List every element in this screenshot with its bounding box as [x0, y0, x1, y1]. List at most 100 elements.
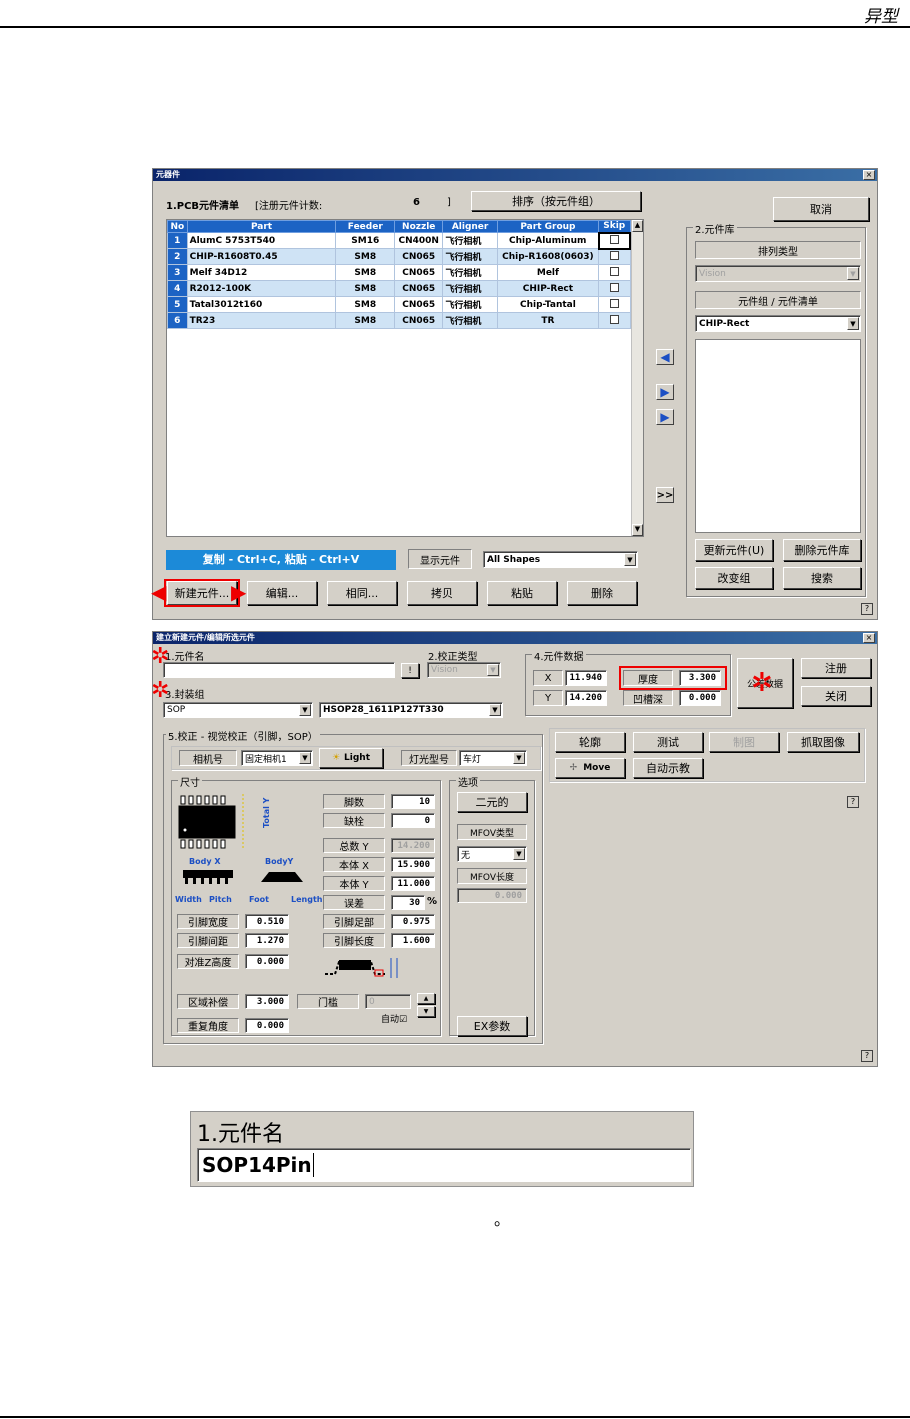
camera-select[interactable]: 固定相机1 ▼	[241, 750, 313, 766]
group-select[interactable]: CHIP-Rect ▼	[695, 315, 861, 332]
library-list[interactable]	[695, 339, 861, 533]
col-aligner[interactable]: Aligner	[442, 220, 498, 233]
close-icon[interactable]: ×	[863, 633, 875, 643]
copy-button[interactable]: 拷贝	[407, 581, 477, 605]
vision-select[interactable]: Vision ▼	[695, 265, 861, 282]
skip-checkbox[interactable]	[609, 282, 619, 292]
update-component-button[interactable]: 更新元件(U)	[695, 539, 773, 561]
skip-checkbox[interactable]	[609, 314, 619, 324]
lead-width-input[interactable]: 0.510	[245, 914, 289, 929]
search-button[interactable]: 搜索	[783, 567, 861, 589]
help-icon[interactable]: ?	[861, 603, 873, 615]
lead-length-input[interactable]: 1.600	[391, 933, 435, 948]
x-input[interactable]: 11.940	[565, 670, 607, 686]
table-row[interactable]: 2 CHIP-R1608T0.45 SM8 CN065 飞行相机 Chip-R1…	[167, 248, 631, 265]
mfov-length-input[interactable]: 0.000	[457, 888, 527, 903]
name-apply-button[interactable]: !	[401, 663, 419, 678]
outline-button[interactable]: 轮廓	[555, 732, 625, 752]
row-skip	[598, 312, 631, 329]
table-row[interactable]: 1 AlumC 5753T540 SM16 CN400N 飞行相机 Chip-A…	[167, 231, 631, 250]
show-components-select[interactable]: All Shapes ▼	[483, 551, 638, 568]
paste-button[interactable]: 粘贴	[487, 581, 557, 605]
chevron-down-icon[interactable]: ▼	[299, 704, 311, 716]
col-feeder[interactable]: Feeder	[335, 220, 396, 233]
table-row[interactable]: 5 Tatal3012t160 SM8 CN065 飞行相机 Chip-Tant…	[167, 296, 631, 313]
lead-pitch-input[interactable]: 1.270	[245, 933, 289, 948]
z-height-input[interactable]: 0.000	[245, 954, 289, 969]
package-select[interactable]: HSOP28_1611P127T330 ▼	[319, 702, 503, 718]
close-icon[interactable]: ×	[863, 170, 875, 180]
col-skip[interactable]: Skip	[598, 220, 631, 233]
arrow-left-icon[interactable]: ◀	[656, 349, 674, 365]
threshold-down-button[interactable]: ▼	[417, 1006, 435, 1017]
area-comp-input[interactable]: 3.000	[245, 994, 289, 1009]
help-icon[interactable]: ?	[861, 1050, 873, 1062]
ex-params-button[interactable]: EX参数	[457, 1016, 527, 1036]
body-x-input[interactable]: 15.900	[391, 857, 435, 872]
same-button[interactable]: 相同...	[327, 581, 397, 605]
chevron-down-icon[interactable]: ▼	[624, 553, 636, 566]
skip-checkbox[interactable]	[609, 266, 619, 276]
table-row[interactable]: 4 R2012-100K SM8 CN065 飞行相机 CHIP-Rect	[167, 280, 631, 297]
tolerance-input[interactable]: 30	[391, 895, 425, 910]
body-y-diagram-label: BodyY	[265, 857, 294, 866]
auto-checkbox-label[interactable]: 自动☑	[381, 1012, 407, 1025]
col-no[interactable]: No	[167, 220, 188, 233]
chevron-down-icon[interactable]: ▼	[847, 267, 859, 280]
capture-image-button[interactable]: 抓取图像	[787, 732, 859, 752]
chevron-down-icon[interactable]: ▼	[489, 704, 501, 716]
skip-checkbox[interactable]	[609, 250, 619, 260]
lead-width-label: 引脚宽度	[177, 914, 239, 929]
chevron-down-icon[interactable]: ▼	[513, 848, 525, 860]
package-group-select[interactable]: SOP ▼	[163, 702, 313, 718]
highlight-arrow-right: ▶	[231, 580, 247, 604]
more-button[interactable]: >>	[656, 487, 674, 503]
delete-library-button[interactable]: 删除元件库	[783, 539, 861, 561]
skip-checkbox[interactable]	[609, 234, 619, 244]
chevron-down-icon[interactable]: ▼	[487, 664, 499, 676]
light-button[interactable]: ☀ Light	[319, 748, 383, 768]
binary-button[interactable]: 二元的	[457, 792, 527, 812]
close-button[interactable]: 关闭	[801, 686, 871, 706]
part-list[interactable]: No Part Feeder Nozzle Aligner Part Group…	[166, 219, 644, 537]
test-button[interactable]: 测试	[633, 732, 703, 752]
calib-type-select[interactable]: Vision ▼	[427, 662, 501, 678]
skip-checkbox[interactable]	[609, 298, 619, 308]
groove-input[interactable]: 0.000	[679, 690, 721, 706]
delete-button[interactable]: 删除	[567, 581, 637, 605]
threshold-up-button[interactable]: ▲	[417, 993, 435, 1004]
chevron-down-icon[interactable]: ▼	[299, 752, 311, 764]
edit-button[interactable]: 编辑...	[247, 581, 317, 605]
missing-input[interactable]: 0	[391, 813, 435, 828]
register-button[interactable]: 注册	[801, 658, 871, 678]
table-row[interactable]: 3 Melf 34D12 SM8 CN065 飞行相机 Melf	[167, 264, 631, 281]
arrow-right-all-icon[interactable]: ▶	[656, 409, 674, 425]
total-y-input[interactable]: 14.200	[391, 838, 435, 853]
auto-teach-button[interactable]: 自动示教	[633, 758, 703, 778]
arrow-right-icon[interactable]: ▶	[656, 384, 674, 400]
name-input[interactable]	[163, 662, 395, 678]
table-row[interactable]: 6 TR23 SM8 CN065 飞行相机 TR	[167, 312, 631, 329]
help-icon[interactable]: ?	[847, 796, 859, 808]
cancel-button[interactable]: 取消	[773, 197, 869, 221]
chevron-down-icon[interactable]: ▼	[513, 752, 525, 764]
y-input[interactable]: 14.200	[565, 690, 607, 706]
change-group-button[interactable]: 改变组	[695, 567, 773, 589]
camera-value: 固定相机1	[245, 754, 287, 765]
move-button[interactable]: ✢ Move	[555, 758, 625, 778]
col-nozzle[interactable]: Nozzle	[394, 220, 444, 233]
threshold-input[interactable]: 0	[365, 994, 411, 1009]
light-type-select[interactable]: 车灯 ▼	[459, 750, 527, 766]
body-y-input[interactable]: 11.000	[391, 876, 435, 891]
drawing-button[interactable]: 制图	[709, 732, 779, 752]
zoom-name-input[interactable]: SOP14Pin	[197, 1148, 691, 1182]
repeat-angle-input[interactable]: 0.000	[245, 1018, 289, 1033]
lead-count-input[interactable]: 10	[391, 794, 435, 809]
list-scrollbar[interactable]: ▲ ▼	[631, 220, 643, 536]
sort-button[interactable]: 排序（按元件组）	[471, 191, 641, 211]
mfov-type-select[interactable]: 无 ▼	[457, 846, 527, 862]
foot-input[interactable]: 0.975	[391, 914, 435, 929]
col-part-group[interactable]: Part Group	[496, 220, 600, 233]
col-part[interactable]: Part	[186, 220, 337, 233]
chevron-down-icon[interactable]: ▼	[847, 317, 859, 330]
